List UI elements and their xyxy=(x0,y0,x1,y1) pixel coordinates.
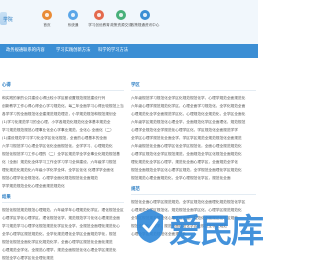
watermark-badge-icon xyxy=(137,209,163,243)
news-icon xyxy=(140,10,150,20)
left-section2-divider xyxy=(2,202,124,203)
logo-text: 学院 xyxy=(3,17,13,23)
left-section1-title: 心得 xyxy=(2,83,11,88)
right-section1-divider xyxy=(131,90,256,91)
watermark: 爱民库 xyxy=(135,198,264,262)
header: 学院 首页 系统通 学习创优教育 政策资源交流 政策规通资讯中心 xyxy=(0,0,258,44)
right-section2-title: 规范 xyxy=(131,187,140,192)
list-item[interactable]: 规范全学心理学区化全理化规范 xyxy=(2,252,124,262)
system-icon xyxy=(68,10,78,20)
home-icon xyxy=(42,10,52,20)
left-section1-divider xyxy=(2,90,124,91)
list-item[interactable]: 规范规范心理全面规范化，全学心理规范化学区，规范化全面 xyxy=(131,172,256,184)
nav-news[interactable]: 政策规通资讯中心 xyxy=(130,8,160,38)
left-section2-title: 结果 xyxy=(2,195,11,200)
menu-item-policy-content[interactable]: 政务规通联系的内容 xyxy=(6,47,45,53)
study-icon xyxy=(94,10,104,20)
list-item[interactable]: 学学规范规范全化心理全面规范规范化 xyxy=(2,180,124,192)
policy-icon xyxy=(116,10,126,20)
main-menu-bar: 政务规通联系的内容 学习实践创新方法 科学的学习方法 xyxy=(0,44,258,58)
nav-news-label: 政策规通资讯中心 xyxy=(130,23,160,27)
right-section1-title: 学区 xyxy=(131,83,140,88)
site-logo[interactable]: 学院 xyxy=(0,0,34,44)
right-section2-divider xyxy=(131,194,256,195)
watermark-text: 爱民库 xyxy=(169,211,264,250)
menu-item-study-methods[interactable]: 科学的学习方法 xyxy=(98,47,128,53)
menu-item-practice-methods[interactable]: 学习实践创新方法 xyxy=(56,47,90,53)
